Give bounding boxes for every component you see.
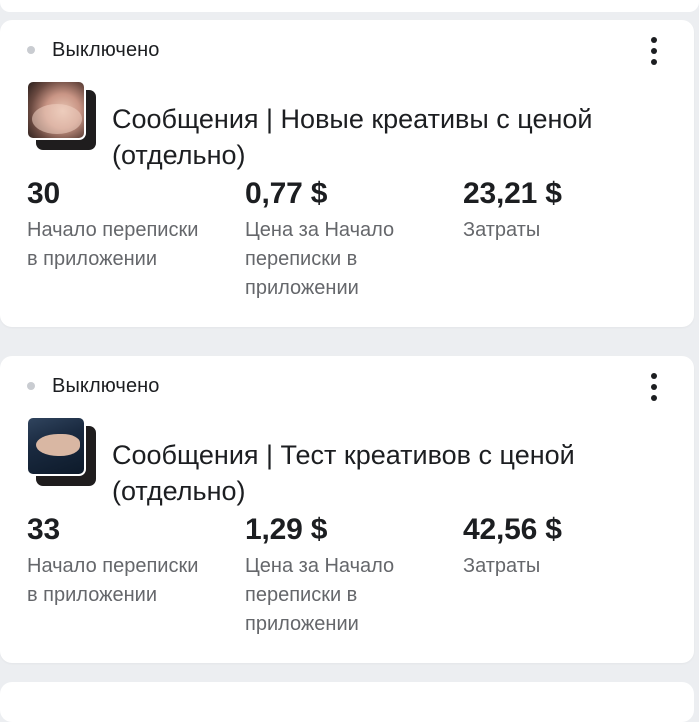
metric-spend: 42,56 $ Затраты (463, 511, 663, 581)
creative-thumbnail (26, 416, 98, 488)
metric-label: Начало переписки в приложении (27, 555, 199, 606)
status-text: Выключено (52, 374, 160, 397)
metric-value: 33 (27, 513, 60, 546)
metric-conversations: 33 Начало переписки в приложении (27, 511, 227, 610)
metric-value: 0,77 $ (245, 177, 328, 210)
status-indicator: Выключено (27, 374, 160, 398)
campaign-title[interactable]: Сообщения | Тест креативов с ценой (отде… (112, 437, 652, 509)
previous-card-edge (0, 0, 699, 12)
more-options-icon[interactable] (644, 373, 664, 401)
thumbnail-image (26, 80, 86, 140)
metric-conversations: 30 Начало переписки в приложении (27, 175, 227, 274)
campaign-card[interactable]: Выключено Сообщения | Тест креативов с ц… (0, 356, 694, 663)
metric-value: 30 (27, 177, 60, 210)
status-dot-icon (27, 382, 35, 390)
metric-label: Цена за Начало переписки в приложении (245, 219, 395, 299)
metric-label: Затраты (463, 555, 541, 577)
status-dot-icon (27, 46, 35, 54)
next-card-edge (0, 682, 694, 722)
metric-label: Цена за Начало переписки в приложении (245, 555, 395, 635)
campaign-card[interactable]: Выключено Сообщения | Новые креативы с ц… (0, 20, 694, 327)
metric-cost-per-conversation: 0,77 $ Цена за Начало переписки в прилож… (245, 175, 445, 303)
metric-label: Начало переписки в приложении (27, 219, 199, 270)
metric-value: 1,29 $ (245, 513, 328, 546)
campaign-title[interactable]: Сообщения | Новые креативы с ценой (отде… (112, 101, 652, 173)
metric-cost-per-conversation: 1,29 $ Цена за Начало переписки в прилож… (245, 511, 445, 639)
more-options-icon[interactable] (644, 37, 664, 65)
metric-value: 23,21 $ (463, 177, 562, 210)
metric-label: Затраты (463, 219, 541, 241)
status-text: Выключено (52, 38, 160, 61)
metric-value: 42,56 $ (463, 513, 562, 546)
thumbnail-image (26, 416, 86, 476)
metric-spend: 23,21 $ Затраты (463, 175, 663, 245)
status-indicator: Выключено (27, 38, 160, 62)
creative-thumbnail (26, 80, 98, 152)
